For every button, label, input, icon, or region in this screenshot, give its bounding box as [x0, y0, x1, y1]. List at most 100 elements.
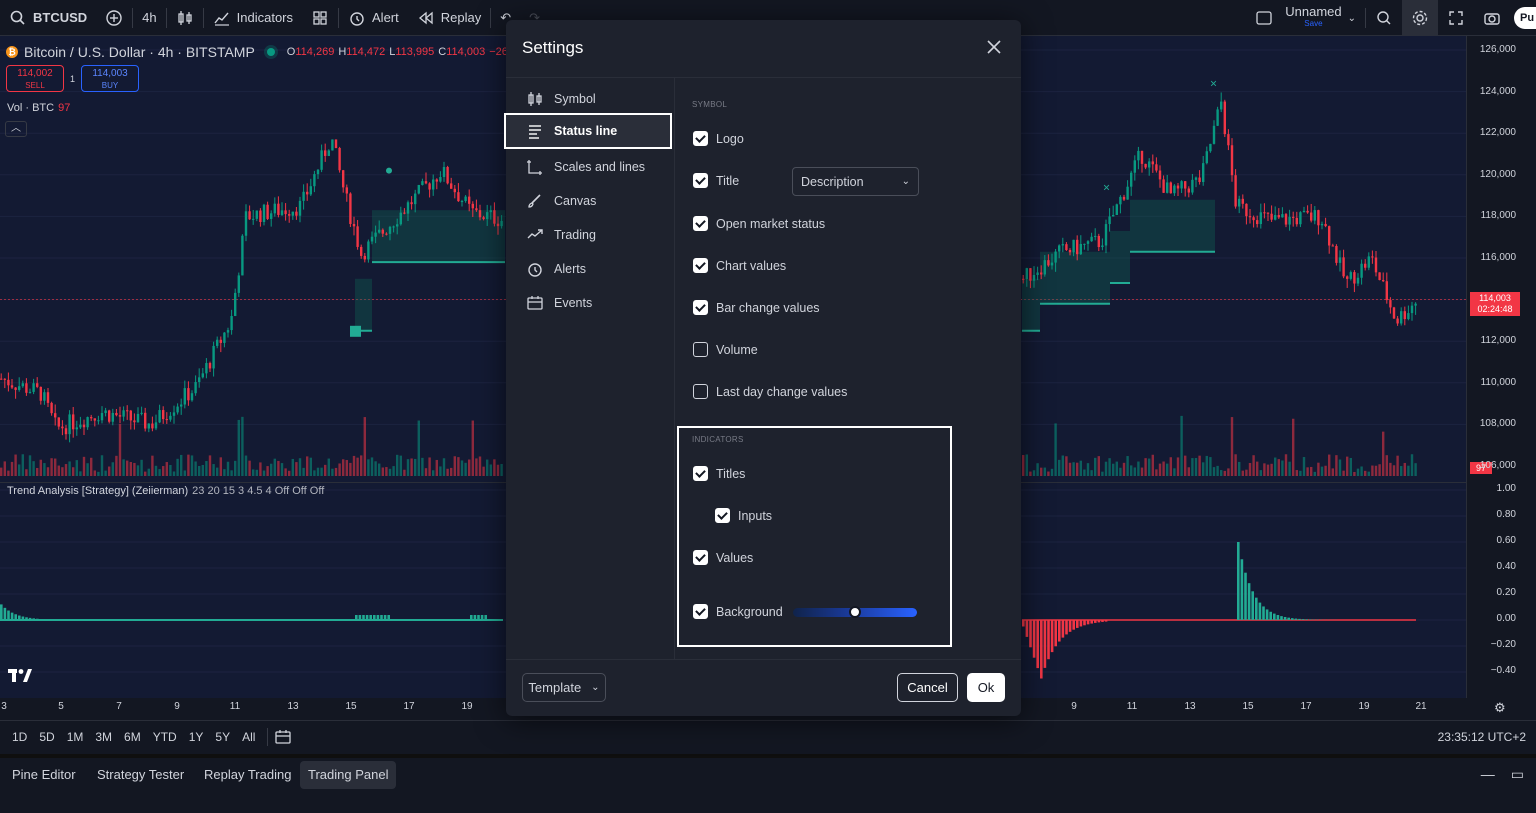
checkbox[interactable]	[693, 258, 708, 273]
option-open-market-status[interactable]: Open market status	[693, 216, 825, 231]
compare-button[interactable]	[96, 0, 132, 36]
option-last-day-change-values[interactable]: Last day change values	[693, 384, 847, 399]
option-values[interactable]: Values	[693, 550, 753, 565]
maximize-icon[interactable]: ▭	[1511, 766, 1524, 783]
ohlc-value: 114,269	[295, 46, 335, 58]
candle-body	[54, 413, 57, 418]
cancel-button[interactable]: Cancel	[897, 673, 958, 702]
option-bar-change-values[interactable]: Bar change values	[693, 300, 820, 315]
option-inputs[interactable]: Inputs	[715, 508, 772, 523]
alert-button[interactable]: Alert	[339, 0, 408, 36]
candle-body	[212, 345, 215, 369]
price-label: 106,000	[1479, 460, 1516, 471]
close-button[interactable]	[985, 38, 1003, 56]
symbol-search[interactable]: BTCUSD	[0, 0, 96, 36]
ok-button[interactable]: Ok	[967, 673, 1005, 702]
volume-bar	[126, 460, 129, 476]
range-button-1y[interactable]: 1Y	[183, 730, 210, 744]
volume-bar	[1382, 431, 1385, 476]
nav-symbol[interactable]: Symbol	[506, 81, 672, 117]
sell-button[interactable]: 114,002 SELL	[6, 65, 64, 92]
histogram-bar	[470, 615, 473, 620]
entry-marker	[350, 325, 361, 337]
option-titles[interactable]: Titles	[693, 466, 745, 481]
volume-bar	[1216, 465, 1219, 476]
nav-trading[interactable]: Trading	[506, 217, 672, 253]
volume-bar	[1331, 468, 1334, 476]
checkbox[interactable]	[693, 300, 708, 315]
chart-type-button[interactable]	[167, 0, 203, 36]
scale-settings-icon[interactable]: ⚙	[1494, 700, 1506, 716]
nav-canvas[interactable]: Canvas	[506, 183, 672, 219]
range-button-5d[interactable]: 5D	[33, 730, 60, 744]
buy-button[interactable]: 114,003 BUY	[81, 65, 140, 92]
volume-bar	[313, 470, 316, 476]
option-volume[interactable]: Volume	[693, 342, 758, 357]
volume-bar	[468, 459, 471, 476]
camera-icon	[1483, 9, 1501, 27]
snapshot-button[interactable]	[1474, 0, 1510, 36]
nav-status-line[interactable]: Status line	[504, 113, 672, 149]
tab-replay-trading[interactable]: Replay Trading	[196, 761, 299, 789]
range-button-5y[interactable]: 5Y	[209, 730, 236, 744]
slider-handle[interactable]	[849, 606, 861, 618]
interval-button[interactable]: 4h	[133, 0, 165, 36]
quick-search-button[interactable]	[1366, 0, 1402, 36]
option-logo[interactable]: Logo	[693, 131, 744, 146]
checkbox[interactable]	[693, 131, 708, 146]
nav-alerts[interactable]: Alerts	[506, 251, 672, 287]
range-button-6m[interactable]: 6M	[118, 730, 147, 744]
minimize-icon[interactable]: —	[1481, 766, 1495, 783]
histogram-bar	[28, 617, 32, 620]
replay-button[interactable]: Replay	[408, 0, 490, 36]
symbol-description[interactable]: Bitcoin / U.S. Dollar · 4h · BITSTAMP	[24, 44, 255, 60]
range-button-1m[interactable]: 1M	[61, 730, 90, 744]
checkbox[interactable]	[693, 173, 708, 188]
range-button-all[interactable]: All	[236, 730, 261, 744]
volume-bar	[133, 462, 136, 476]
option-title[interactable]: Title	[693, 173, 739, 188]
layout-button[interactable]: Unnamed Save ⌄	[1246, 0, 1365, 36]
candle-body	[298, 200, 302, 216]
volume-bar	[1349, 457, 1352, 476]
checkbox[interactable]	[693, 466, 708, 481]
volume-bar	[39, 459, 42, 476]
publish-button[interactable]: Pu	[1514, 7, 1536, 29]
volume-bar	[219, 457, 222, 476]
histogram-bar	[1079, 620, 1083, 627]
indicators-button[interactable]: Indicators	[204, 0, 302, 36]
checkbox[interactable]	[693, 216, 708, 231]
checkbox[interactable]	[693, 550, 708, 565]
title-format-select[interactable]: Description ⌄	[792, 167, 919, 196]
utc-clock[interactable]: 23:35:12 UTC+2	[1438, 730, 1526, 744]
option-chart-values[interactable]: Chart values	[693, 258, 786, 273]
tab-pine-editor[interactable]: Pine Editor	[4, 761, 84, 789]
option-background[interactable]: Background	[693, 604, 783, 619]
price-axis[interactable]: 114,003 02:24:48 97 126,000 124,000 122,00…	[1466, 36, 1536, 698]
templates-button[interactable]	[302, 0, 338, 36]
range-button-1d[interactable]: 1D	[6, 730, 33, 744]
volume-bar	[1374, 465, 1378, 476]
checkbox[interactable]	[715, 508, 730, 523]
volume-bar	[1389, 462, 1392, 476]
template-button[interactable]: Template ⌄	[522, 673, 606, 702]
nav-events[interactable]: Events	[506, 285, 672, 321]
tab-trading-panel[interactable]: Trading Panel	[300, 761, 397, 789]
checkbox[interactable]	[693, 342, 708, 357]
checkbox[interactable]	[693, 384, 708, 399]
range-button-ytd[interactable]: YTD	[147, 730, 183, 744]
candle-body	[226, 330, 230, 333]
settings-button[interactable]	[1402, 0, 1438, 36]
indicator-title[interactable]: Trend Analysis [Strategy] (Zeiierman)	[7, 485, 188, 497]
select-value: Description	[801, 174, 864, 189]
collapse-legend-button[interactable]: ︿	[5, 121, 27, 137]
nav-scales-and-lines[interactable]: Scales and lines	[506, 149, 672, 185]
calendar-range-icon[interactable]	[274, 728, 292, 746]
checkbox[interactable]	[693, 604, 708, 619]
fullscreen-button[interactable]	[1438, 0, 1474, 36]
trend-band	[1022, 278, 1040, 331]
range-button-3m[interactable]: 3M	[89, 730, 118, 744]
tab-strategy-tester[interactable]: Strategy Tester	[89, 761, 192, 789]
trend-band	[1040, 251, 1110, 304]
background-opacity-slider[interactable]	[793, 606, 917, 618]
